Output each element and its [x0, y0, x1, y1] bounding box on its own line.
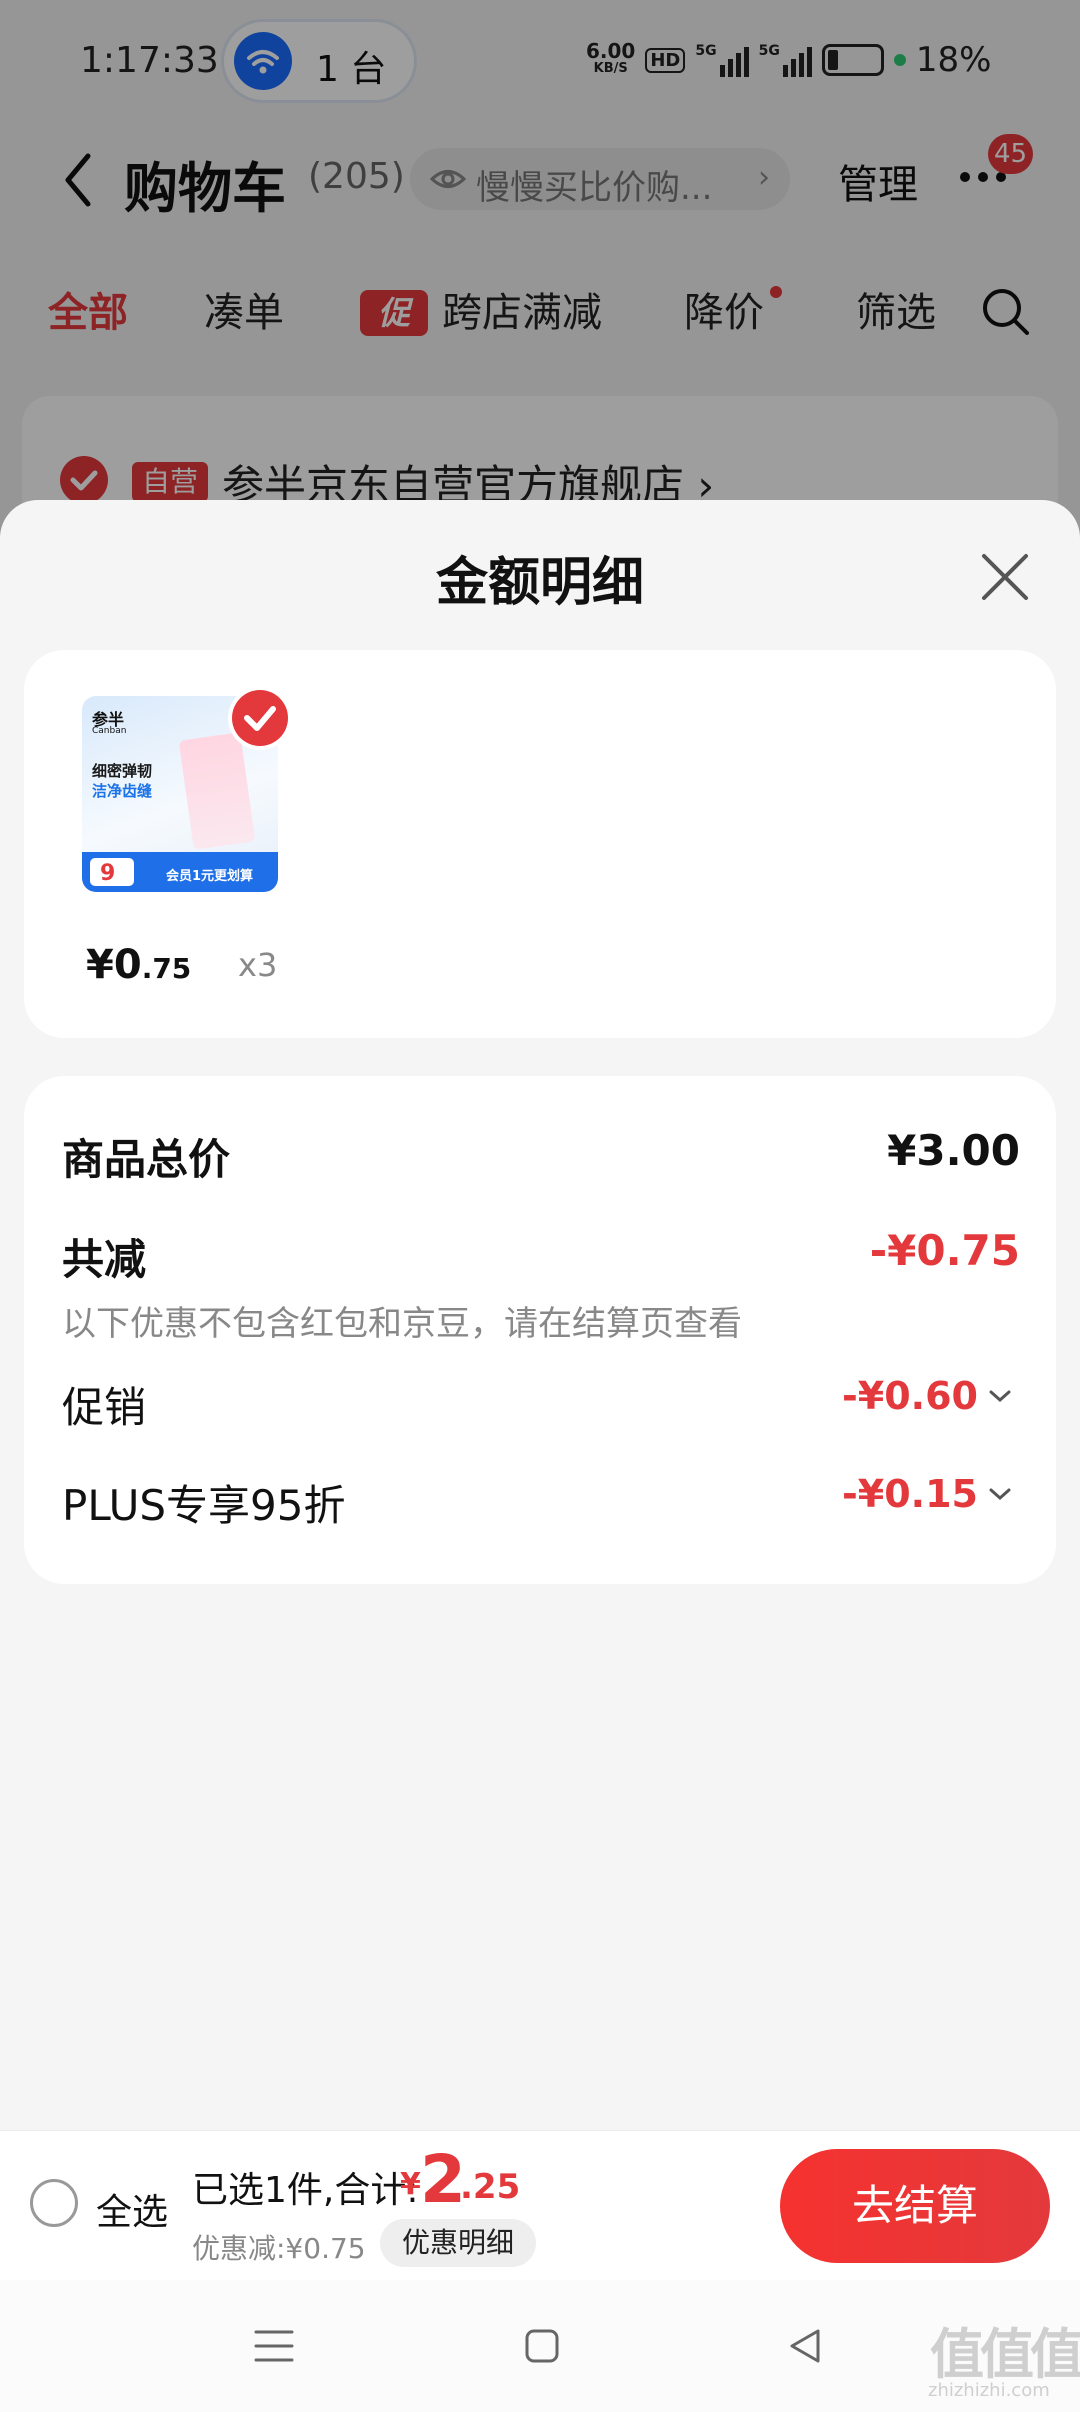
select-all-checkbox[interactable]: [30, 2179, 78, 2227]
filter-tabs: 全部 凑单 跨店满减 降价 筛选: [0, 280, 1080, 350]
wifi-hotspot-icon: [234, 32, 292, 90]
plus-row-value[interactable]: -¥0.15: [842, 1472, 1012, 1516]
thumb-tagline-1: 细密弹韧: [92, 762, 153, 780]
tab-all[interactable]: 全部: [48, 280, 128, 338]
back-triangle-icon[interactable]: [786, 2326, 826, 2366]
total-reduction-value: -¥0.75: [869, 1226, 1020, 1275]
tab-cross-store-discount[interactable]: 跨店满减: [442, 280, 602, 338]
checkout-button[interactable]: 去结算: [780, 2149, 1050, 2263]
discount-amount: 优惠减:¥0.75: [192, 2232, 366, 2265]
promo-row-value[interactable]: -¥0.60: [842, 1374, 1012, 1418]
thumb-brand-sub: Canban: [92, 726, 127, 736]
manage-button[interactable]: 管理: [838, 152, 918, 210]
cart-page-background: 1:17:33 1 台 6.00 KB/S HD 5G 5G 18% 购物车 (…: [0, 0, 1080, 596]
hotspot-device-count: 1 台: [316, 49, 387, 90]
chevron-right-icon: ›: [758, 160, 770, 195]
compare-placeholder: 慢慢买比价购...: [476, 168, 713, 208]
status-time: 1:17:33: [80, 40, 219, 81]
total-price-value: ¥3.00: [887, 1126, 1020, 1175]
plus-discount-value: -¥0.15: [842, 1472, 978, 1516]
watermark-logo: 值值值: [930, 2323, 1080, 2386]
self-operated-tag: 自营: [132, 462, 209, 502]
charging-dot: [893, 54, 906, 66]
tab-add-on[interactable]: 凑单: [204, 280, 284, 338]
signal-sim2-icon: 5G: [759, 43, 812, 77]
search-icon[interactable]: [980, 286, 1032, 338]
thumb-slogan: 会员1元更划算: [166, 869, 254, 884]
product-quantity: x3: [238, 946, 278, 984]
total-price-label: 商品总价: [62, 1135, 231, 1184]
select-all-label[interactable]: 全选: [96, 2183, 168, 2235]
checkout-bar: 全选 已选1件,合计: ¥ 2 .25 优惠减:¥0.75 优惠明细 去结算: [0, 2130, 1080, 2280]
price-summary-card: 商品总价 ¥3.00 共减 -¥0.75 以下优惠不包含红包和京豆，请在结算页查…: [24, 1076, 1056, 1584]
selected-summary: 已选1件,合计:: [192, 2170, 419, 2211]
battery-icon: [821, 44, 884, 76]
selected-check-icon: [232, 690, 288, 746]
plus-discount-label: PLUS专享95折: [62, 1481, 346, 1530]
chevron-down-icon: [989, 1488, 1011, 1501]
page-title: 购物车: [124, 157, 286, 220]
watermark-url: zhizhizhi.com: [928, 2380, 1050, 2401]
back-arrow-icon[interactable]: [58, 150, 98, 210]
status-icons: 6.00 KB/S HD 5G 5G 18%: [586, 38, 991, 82]
amount-detail-sheet: 金额明细 参半 Canban 细密弹韧 洁净齿缝 洁 9 会员1元更划算 ¥0.…: [0, 500, 1080, 2412]
total-decimal: .25: [460, 2167, 521, 2207]
hotspot-indicator[interactable]: 1 台: [224, 22, 414, 100]
store-checkbox[interactable]: [60, 456, 108, 504]
more-menu-icon[interactable]: [960, 172, 1006, 182]
discount-detail-button[interactable]: 优惠明细: [380, 2219, 536, 2267]
eye-icon: [430, 170, 466, 188]
total-reduction-label: 共减: [62, 1235, 147, 1284]
network-speed: 6.00 KB/S: [586, 39, 636, 76]
battery-percent: 18%: [915, 40, 992, 80]
hd-voice-icon: HD: [645, 47, 686, 73]
product-package-graphic: [178, 732, 256, 850]
thumb-price: 9: [100, 861, 116, 886]
message-badge: 45: [988, 134, 1034, 174]
status-bar: 1:17:33 1 台 6.00 KB/S HD 5G 5G 18%: [0, 0, 1080, 120]
signal-sim1-icon: 5G: [695, 43, 749, 77]
product-price: ¥0.75: [86, 942, 192, 988]
promo-tag: 促: [360, 290, 428, 336]
price-drop-dot: [770, 286, 782, 298]
system-nav-bar: 值值值 zhizhizhi.com: [0, 2280, 1080, 2412]
tab-price-drop[interactable]: 降价: [684, 280, 764, 338]
close-icon[interactable]: [976, 548, 1034, 606]
cart-item-count: (205): [308, 156, 405, 197]
promo-value: -¥0.60: [842, 1374, 978, 1418]
promo-label: 促销: [62, 1383, 147, 1432]
chevron-down-icon: [989, 1390, 1011, 1403]
reduction-note: 以下优惠不包含红包和京豆，请在结算页查看: [62, 1304, 742, 1344]
total-currency: ¥: [400, 2167, 421, 2202]
recent-apps-icon[interactable]: [254, 2328, 294, 2364]
home-icon[interactable]: [524, 2328, 560, 2364]
product-card: 参半 Canban 细密弹韧 洁净齿缝 洁 9 会员1元更划算 ¥0.75 x3: [24, 650, 1056, 1038]
thumb-tagline-2: 洁净齿缝: [92, 782, 153, 800]
price-compare-search[interactable]: 慢慢买比价购... ›: [410, 148, 790, 210]
tab-filter[interactable]: 筛选: [856, 280, 936, 338]
sheet-title: 金额明细: [435, 553, 644, 613]
